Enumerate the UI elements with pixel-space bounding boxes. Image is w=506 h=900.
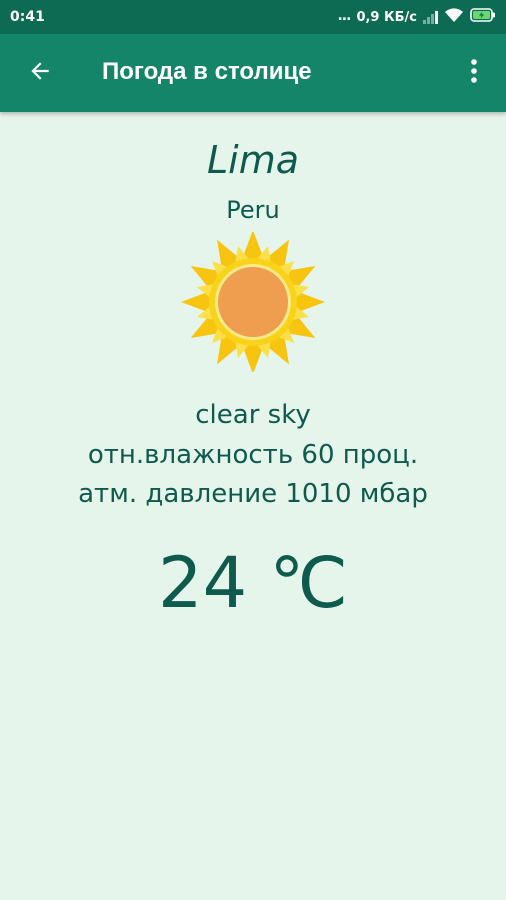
page-title: Погода в столице [102, 58, 312, 85]
back-button[interactable] [18, 51, 62, 95]
city-name: Lima [206, 138, 300, 182]
wifi-icon [444, 7, 464, 27]
pressure-text: атм. давление 1010 мбар [78, 479, 428, 509]
humidity-text: отн.влажность 60 проц. [87, 440, 419, 470]
network-speed: 0,9 КБ/с [356, 9, 417, 25]
country-name: Peru [226, 196, 280, 224]
status-icons: ... 0,9 КБ/с [337, 7, 496, 27]
more-vert-icon [470, 58, 478, 88]
status-dots: ... [337, 7, 351, 24]
status-bar: 0:41 ... 0,9 КБ/с [0, 0, 506, 34]
temperature-value: 24 ℃ [158, 542, 348, 624]
battery-charging-icon [470, 7, 496, 27]
status-time: 0:41 [10, 9, 45, 25]
arrow-left-icon [27, 58, 53, 88]
sun-icon [173, 230, 333, 374]
overflow-menu-button[interactable] [456, 51, 492, 95]
signal-icon [423, 10, 438, 24]
weather-description: clear sky [195, 400, 311, 430]
app-bar: Погода в столице [0, 34, 506, 112]
